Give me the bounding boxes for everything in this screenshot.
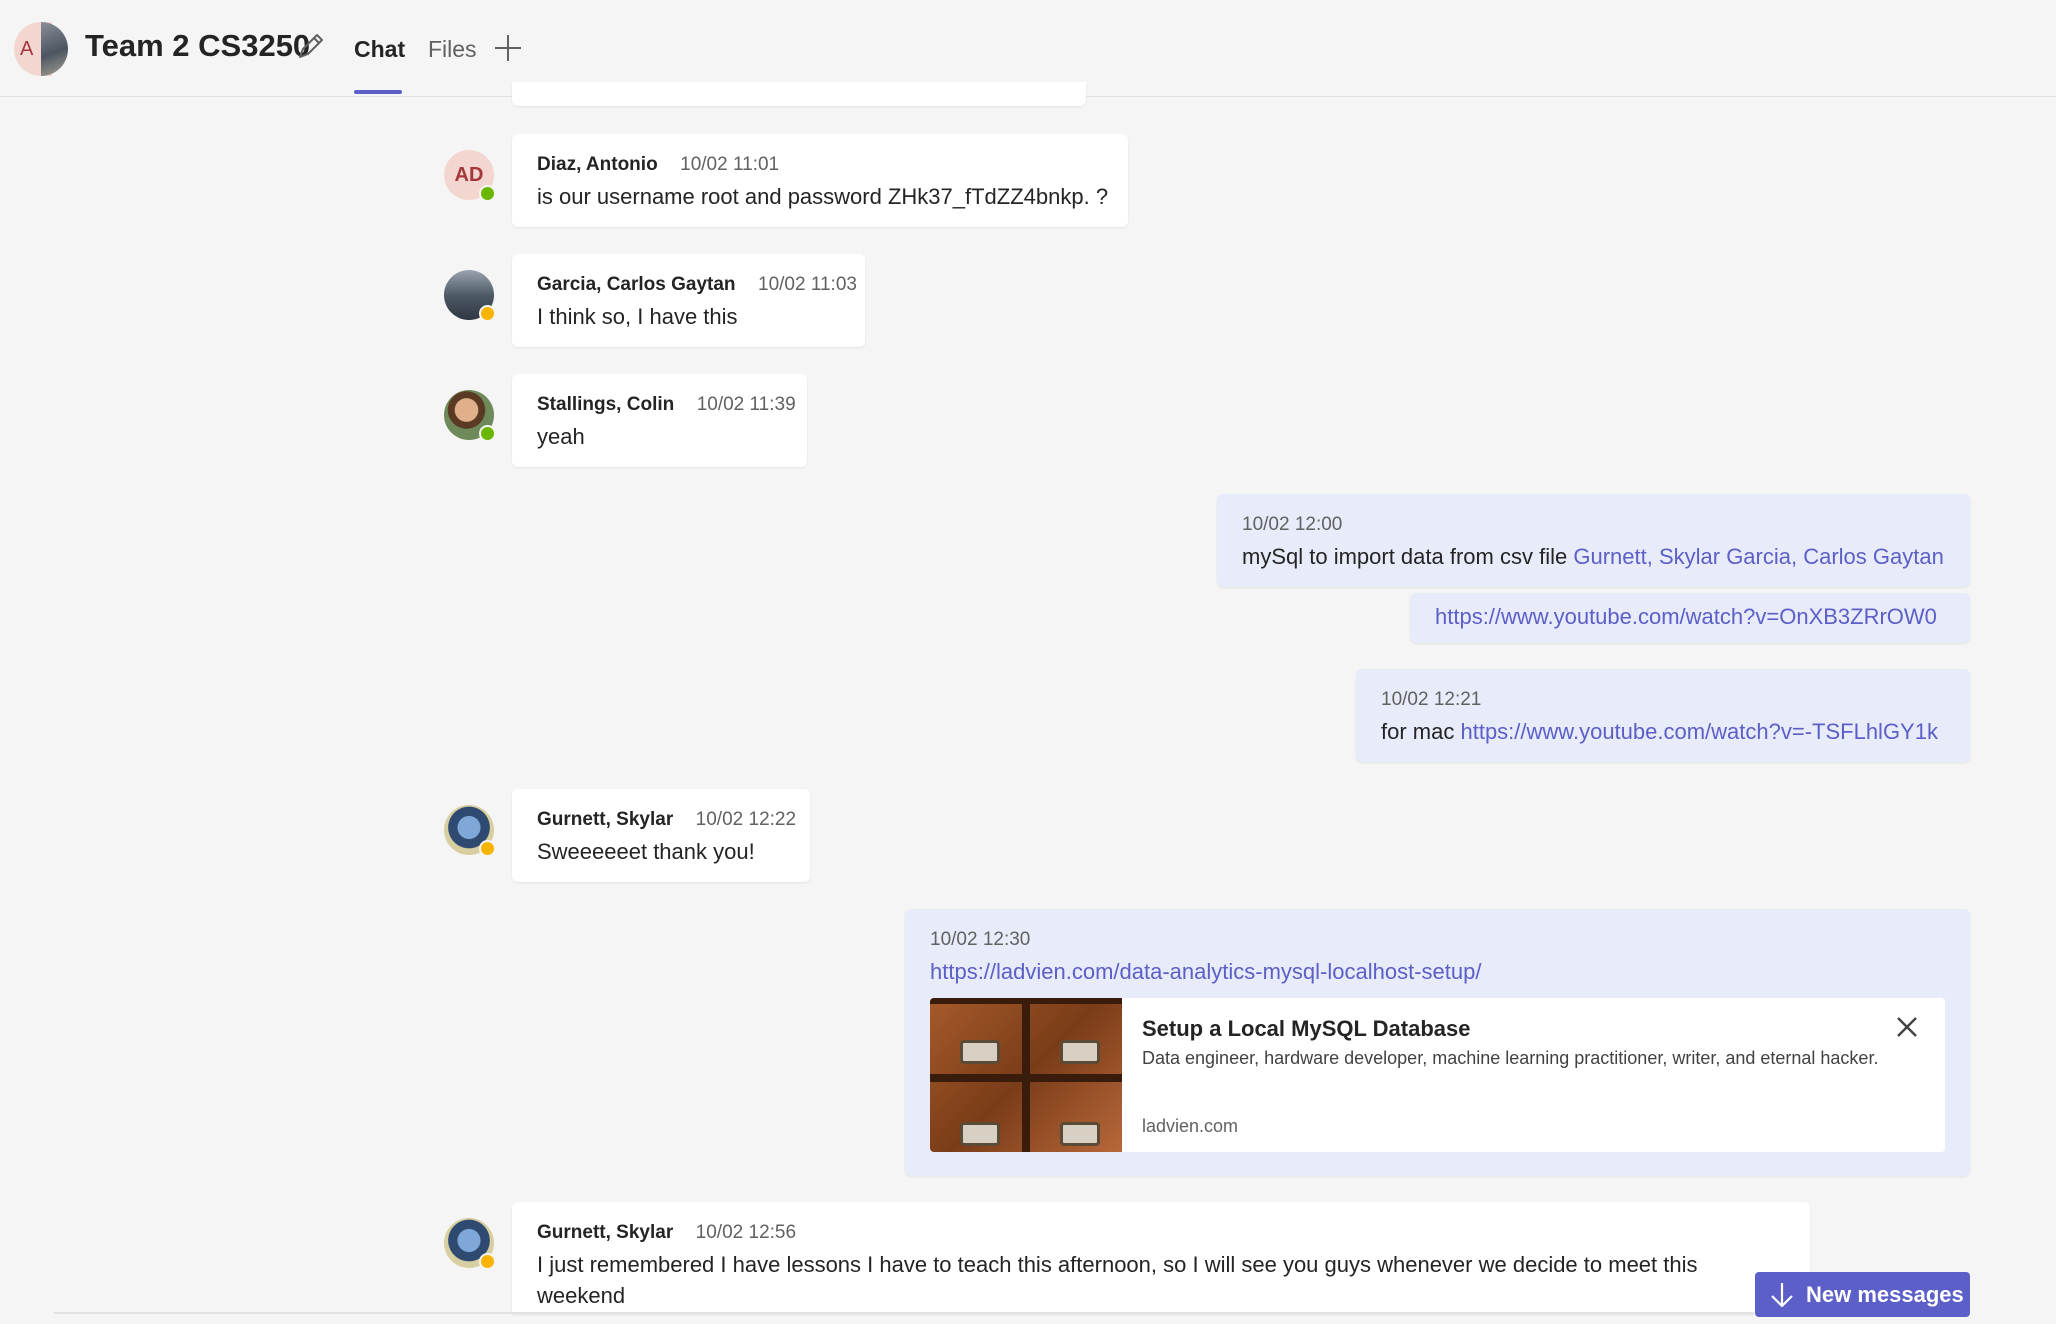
message-bubble[interactable]: Gurnett, Skylar 10/02 12:56 I just remem… [512, 1202, 1810, 1314]
avatar[interactable] [444, 270, 496, 322]
close-icon[interactable] [1892, 1012, 1922, 1042]
message-text-row: mySql to import data from csv file Gurne… [1242, 544, 1944, 570]
message-bubble[interactable]: Gurnett, Skylar 10/02 12:22 Sweeeeeet th… [512, 789, 810, 882]
message-meta: Gurnett, Skylar 10/02 12:22 [537, 809, 796, 831]
message-meta: Stallings, Colin 10/02 11:39 [537, 394, 796, 416]
plus-icon[interactable] [492, 32, 524, 64]
status-available-icon [479, 425, 496, 442]
new-messages-button[interactable]: New messages [1755, 1272, 1970, 1317]
drawer-pull [960, 1122, 1000, 1146]
pencil-icon[interactable] [296, 30, 326, 62]
avatar-photo [41, 22, 68, 76]
message-meta: 10/02 12:30 [930, 929, 1030, 951]
avatar[interactable] [444, 805, 496, 857]
chat-title[interactable]: Team 2 CS3250 [85, 28, 310, 64]
my-message-bubble[interactable]: 10/02 12:00 mySql to import data from cs… [1217, 494, 1970, 587]
message-author: Gurnett, Skylar [537, 809, 674, 830]
message-time: 10/02 11:03 [758, 274, 857, 295]
message-text: I just remembered I have lessons I have … [537, 1252, 1698, 1277]
status-away-icon [479, 840, 496, 857]
avatar[interactable]: AD [444, 150, 496, 202]
message-time: 10/02 12:00 [1242, 514, 1343, 535]
status-away-icon [479, 1253, 496, 1270]
message-meta: 10/02 12:00 [1242, 514, 1342, 536]
avatar[interactable] [444, 390, 496, 442]
message-text: weekend [537, 1283, 626, 1308]
message-meta: Gurnett, Skylar 10/02 12:56 [537, 1222, 796, 1244]
drawer-pull [1060, 1040, 1100, 1064]
tab-chat[interactable]: Chat [354, 36, 405, 63]
youtube-link[interactable]: https://www.youtube.com/watch?v=OnXB3ZRr… [1435, 604, 1937, 630]
article-link[interactable]: https://ladvien.com/data-analytics-mysql… [930, 959, 1481, 985]
message-time: 10/02 12:21 [1381, 689, 1482, 710]
message-text-row: for mac https://www.youtube.com/watch?v=… [1381, 719, 1938, 745]
message-bubble[interactable]: Diaz, Antonio 10/02 11:01 is our usernam… [512, 134, 1128, 227]
avatar[interactable] [444, 1218, 496, 1270]
message-text: is our username root and password ZHk37_… [537, 184, 1109, 209]
message-bubble-partial [512, 82, 1086, 106]
group-avatar[interactable]: A [14, 22, 68, 76]
message-text: Sweeeeeet thank you! [537, 839, 755, 864]
status-available-icon [479, 185, 496, 202]
message-author: Garcia, Carlos Gaytan [537, 274, 736, 295]
message-meta: Diaz, Antonio 10/02 11:01 [537, 154, 779, 176]
message-time: 10/02 11:39 [696, 394, 796, 415]
message-meta: Garcia, Carlos Gaytan 10/02 11:03 [537, 274, 857, 296]
new-messages-label: New messages [1806, 1282, 1964, 1307]
message-time: 10/02 12:30 [930, 929, 1031, 950]
message-bubble[interactable]: Garcia, Carlos Gaytan 10/02 11:03 I thin… [512, 254, 865, 347]
link-preview-card[interactable]: Setup a Local MySQL Database Data engine… [930, 998, 1945, 1152]
message-text: I think so, I have this [537, 304, 738, 329]
preview-description: Data engineer, hardware developer, machi… [1142, 1048, 1879, 1068]
youtube-link[interactable]: https://www.youtube.com/watch?v=-TSFLhlG… [1460, 719, 1937, 744]
status-away-icon [479, 305, 496, 322]
mention-link[interactable]: Garcia, Carlos Gaytan [1726, 544, 1944, 569]
message-author: Diaz, Antonio [537, 154, 658, 175]
active-tab-indicator [354, 90, 402, 94]
preview-thumbnail [930, 998, 1122, 1152]
message-author: Stallings, Colin [537, 394, 675, 415]
drawer-pull [1060, 1122, 1100, 1146]
my-message-bubble[interactable]: 10/02 12:21 for mac https://www.youtube.… [1356, 669, 1970, 762]
message-text: yeah [537, 424, 585, 449]
message-time: 10/02 11:01 [680, 154, 780, 175]
my-message-bubble[interactable]: https://www.youtube.com/watch?v=OnXB3ZRr… [1410, 593, 1970, 643]
message-meta: 10/02 12:21 [1381, 689, 1481, 711]
message-author: Gurnett, Skylar [537, 1222, 674, 1243]
preview-title[interactable]: Setup a Local MySQL Database [1142, 1016, 1470, 1042]
tab-files[interactable]: Files [428, 36, 477, 63]
message-bubble[interactable]: Stallings, Colin 10/02 11:39 yeah [512, 374, 807, 467]
divider [54, 1312, 1754, 1314]
message-time: 10/02 12:56 [695, 1222, 797, 1243]
preview-domain: ladvien.com [1142, 1116, 1239, 1136]
drawer-pull [960, 1040, 1000, 1064]
message-text: for mac [1381, 719, 1455, 744]
mention-link[interactable]: Gurnett, Skylar [1573, 544, 1720, 569]
message-text: mySql to import data from csv file [1242, 544, 1568, 569]
arrow-down-icon [1771, 1283, 1793, 1308]
message-time: 10/02 12:22 [695, 809, 797, 830]
